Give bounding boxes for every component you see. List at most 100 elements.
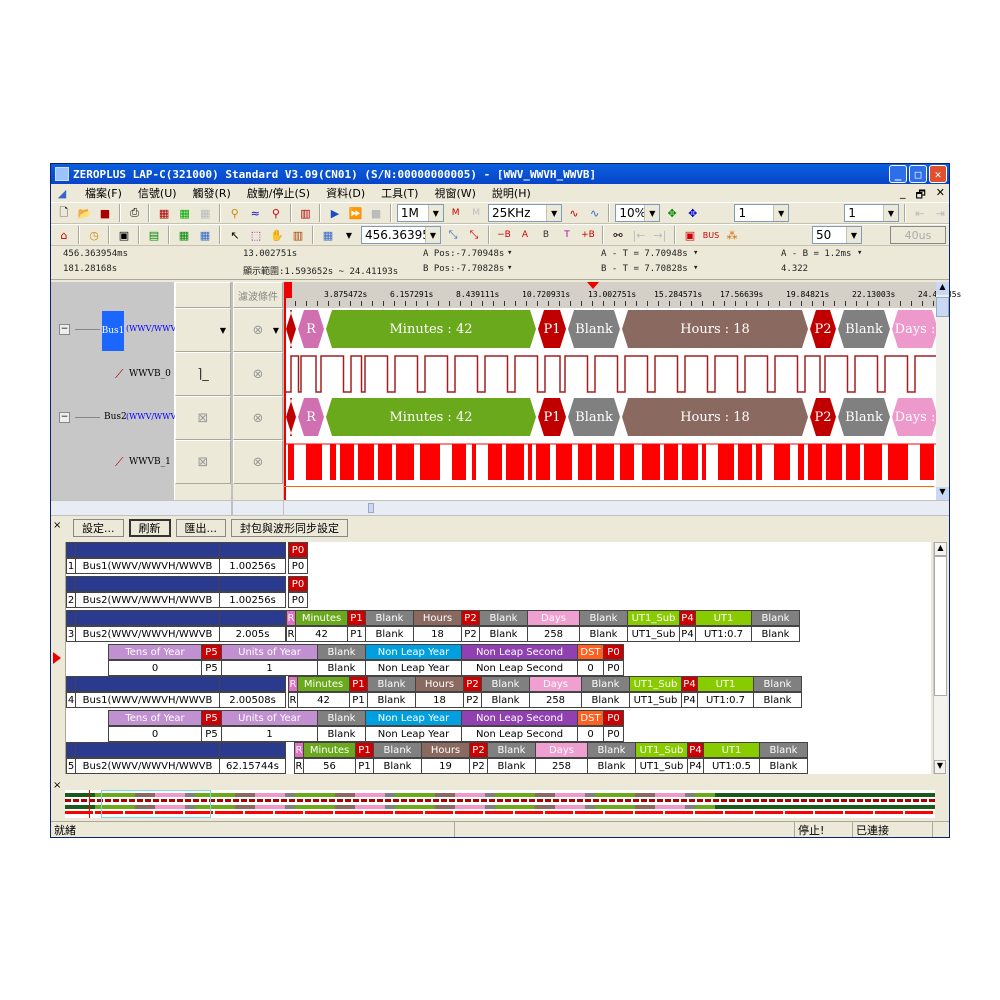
chevron-down-icon[interactable]: ▼ [340,226,358,244]
bus-segment[interactable]: Hours : 18 [622,398,808,436]
packet-row[interactable]: 3 Bus2(WWV/WWVH/WWVB 2.005s [66,610,286,642]
chevron-down-icon[interactable]: ▾ [857,248,862,258]
close-button[interactable]: ✕ [929,165,947,183]
filter-off-icon[interactable]: ⊗ ▼ [233,308,283,352]
filter-hscrollbar[interactable] [233,500,283,515]
bus-segment[interactable]: P2 [810,310,836,348]
overview-track[interactable] [65,790,935,818]
bus-segment[interactable]: P1 [538,398,566,436]
capture-icon[interactable]: ▥ [297,204,315,222]
time-ruler[interactable]: 3.875472s 6.157291s 8.439111s 10.720931s 13.… [284,282,961,308]
channel-wwvb1-label[interactable]: WWVB_1 [129,457,171,467]
close-overview-icon[interactable]: × [53,780,61,791]
combo-b-select[interactable]: 1 ▼ [844,204,899,222]
trigger-edit-icon[interactable]: ▦ [176,204,194,222]
bus-segment[interactable]: Blank [838,398,890,436]
clock-icon[interactable]: ◷ [85,226,103,244]
print-icon[interactable]: ⎙ [126,204,144,222]
grid-view-icon[interactable]: ▦ [196,226,214,244]
channel-wave-icon[interactable]: ≈ [247,204,265,222]
bus-segment[interactable]: Hours : 18 [622,310,808,348]
bus-segment[interactable] [286,310,296,348]
record-icon[interactable]: ▣ [681,226,699,244]
collapse-bus1-button[interactable]: − [59,324,70,335]
close-panel-icon[interactable]: × [53,520,61,531]
bar-a-icon[interactable]: A [516,226,534,244]
cursor-pulse-icon[interactable]: ⤡ [465,226,483,244]
scroll-up-icon[interactable]: ▲ [936,282,949,295]
waveform-hscrollbar[interactable] [284,500,949,515]
scroll-down-icon[interactable]: ▼ [936,487,949,500]
menu-file[interactable]: 檔案(F) [83,185,124,201]
save-icon[interactable]: ■ [96,204,114,222]
falling-edge-icon[interactable]: ⌉_ [175,352,231,396]
select-icon[interactable]: ⬚ [247,226,265,244]
bus-segment[interactable]: P2 [810,398,836,436]
count-select[interactable]: 50 ▼ [812,226,862,244]
scroll-down-icon[interactable]: ▼ [934,760,946,774]
bus-segment[interactable]: R [298,398,324,436]
sample-depth-select[interactable]: 1M ▼ [396,204,444,222]
maximize-button[interactable]: □ [909,165,927,183]
bus1-trigger-select[interactable]: ▼ [175,308,231,352]
packet-row[interactable]: 2 Bus2(WWV/WWVH/WWVB 1.00256s [66,576,286,608]
bar-b-icon[interactable]: B [537,226,555,244]
menu-help[interactable]: 說明(H) [490,185,533,201]
filter-off-icon[interactable]: ⊗ [233,440,283,484]
export-button[interactable]: 匯出... [175,519,226,537]
chevron-down-icon[interactable]: ▾ [507,263,512,273]
bus-segment[interactable]: R [298,310,324,348]
menu-tools[interactable]: 工具(T) [379,185,420,201]
bus2-label[interactable]: Bus2 [104,412,127,422]
scroll-thumb[interactable] [368,503,374,513]
bus-icon[interactable]: BUS [702,226,720,244]
bar-t-icon[interactable]: T [558,226,576,244]
filter-off-icon[interactable]: ⊗ [233,352,283,396]
hand-icon[interactable]: ✋ [268,226,286,244]
packet-row[interactable]: 5 Bus2(WWV/WWVH/WWVB 62.15744s [66,742,286,774]
bus-segment[interactable]: Blank [568,398,620,436]
channel-prop-icon[interactable]: ⚲ [267,204,285,222]
trigger-hscrollbar[interactable] [175,500,231,515]
bus-segment[interactable]: Blank [838,310,890,348]
new-file-icon[interactable]: 🗋 [55,204,73,222]
waveform-view-icon[interactable]: ▤ [145,226,163,244]
collapse-bus2-button[interactable]: − [59,412,70,423]
chevron-down-icon[interactable]: ▾ [507,248,512,258]
wave-blue-icon[interactable]: ∿ [586,204,604,222]
home-icon[interactable]: ⌂ [55,226,73,244]
run-repeat-icon[interactable]: ⏩ [347,204,365,222]
menu-data[interactable]: 資料(D) [324,185,367,201]
bus-segment[interactable]: Days : [892,310,938,348]
scroll-thumb[interactable] [934,556,947,696]
node-icon[interactable]: ⁂ [723,226,741,244]
cursor-a-marker[interactable] [284,282,292,298]
zoom-in-icon[interactable]: ✥ [663,204,681,222]
settings-button[interactable]: 設定... [73,519,124,537]
zoom-out-icon[interactable]: ✥ [684,204,702,222]
time-position-select[interactable]: 456.36395· ▼ [361,226,441,244]
bus-segment[interactable]: Days : [892,398,938,436]
packet-list-scrollbar[interactable]: ▲ ▼ [933,542,947,774]
chevron-down-icon[interactable]: ▾ [693,263,698,273]
waveform-canvas[interactable]: 3.875472s 6.157291s 8.439111s 10.720931s 13.… [284,282,961,500]
overview-viewport[interactable] [101,790,211,818]
binoculars-icon[interactable]: ⚯ [609,226,627,244]
menu-signal[interactable]: 信號(U) [136,185,179,201]
open-folder-icon[interactable]: 📂 [76,204,94,222]
bus-segment[interactable]: Minutes : 42 [326,310,536,348]
cursor-wave-icon[interactable]: ⤡ [444,226,462,244]
frequency-select[interactable]: 25KHz ▼ [487,204,563,222]
sync-settings-button[interactable]: 封包與波形同步設定 [231,519,348,537]
packet-list[interactable]: 1 Bus1(WWV/WWVH/WWVB 1.00256s P0 P0 2 Bus2(WWV… [65,542,931,774]
filter-off-icon[interactable]: ⊗ [233,396,283,440]
menu-trigger[interactable]: 觸發(R) [191,185,233,201]
bus-segment[interactable]: Blank [568,310,620,348]
bar-minus-icon[interactable]: −B [495,226,513,244]
zoom-m-icon[interactable]: M [447,204,465,222]
trigger-marker-icon[interactable] [587,282,599,289]
bus-segment[interactable]: Minutes : 42 [326,398,536,436]
scroll-up-icon[interactable]: ▲ [934,542,947,556]
name-hscrollbar[interactable] [51,500,175,515]
combo-a-select[interactable]: 1 ▼ [734,204,790,222]
